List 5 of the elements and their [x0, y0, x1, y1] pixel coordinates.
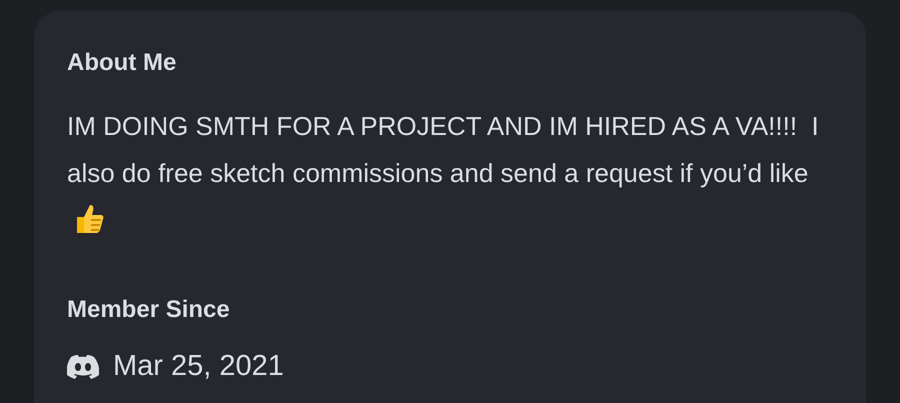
- bio-text: IM DOING SMTH FOR A PROJECT AND IM HIRED AS A VA!!!! I also do free sketch commissions and send a request if you’d like: [67, 111, 820, 188]
- section-heading: About Me: [67, 48, 178, 78]
- section-heading: Member Since: [67, 295, 231, 325]
- member-since-date: Mar 25, 2021: [113, 350, 284, 383]
- logo-icon: [67, 354, 99, 378]
